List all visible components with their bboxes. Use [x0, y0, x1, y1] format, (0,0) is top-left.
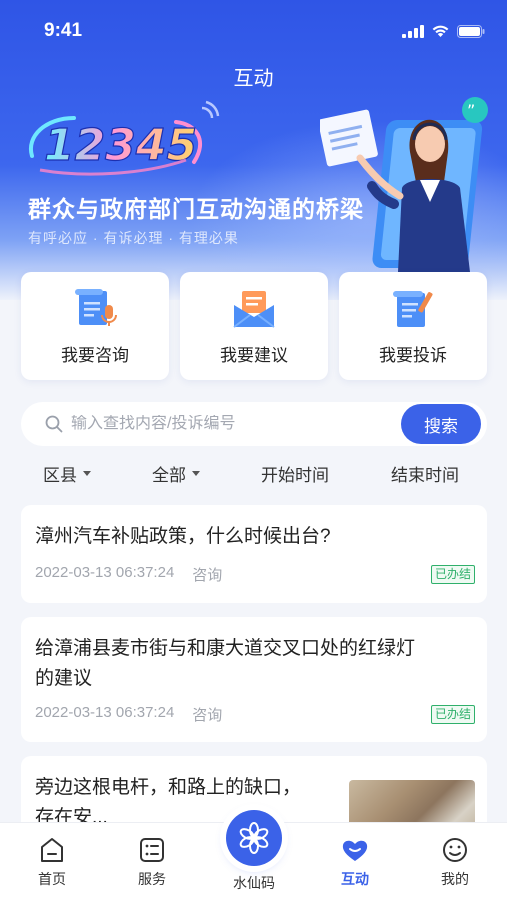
item-title-line-2: 的建议 — [35, 668, 93, 689]
filter-district[interactable]: 区县 — [43, 461, 91, 486]
suggest-card[interactable]: 我要建议 — [180, 272, 328, 380]
item-date: 2022-03-13 06:37:24 — [35, 564, 175, 581]
search-icon — [45, 415, 63, 433]
caret-down-icon — [192, 471, 200, 476]
tab-narcissus-label: 水仙码 — [233, 875, 275, 891]
filter-end-time-label: 结束时间 — [391, 466, 459, 485]
search-input[interactable] — [71, 415, 381, 433]
smiley-face-icon — [443, 838, 467, 862]
tab-interact-label: 互动 — [341, 871, 369, 887]
battery-icon — [457, 24, 485, 38]
heart-chat-icon — [342, 840, 368, 861]
banner-sub-slogan: 有呼必应 · 有诉必理 · 有理必果 — [28, 230, 239, 246]
status-badge: 已办结 — [430, 705, 475, 724]
filter-all-label: 全部 — [152, 466, 186, 485]
consult-card[interactable]: 我要咨询 — [21, 272, 169, 380]
status-badge: 已办结 — [430, 565, 475, 584]
filter-start-time-label: 开始时间 — [261, 466, 329, 485]
list-item[interactable]: 漳州汽车补贴政策，什么时候出台? 2022-03-13 06:37:24 咨询 … — [21, 505, 487, 603]
item-meta: 2022-03-13 06:37:24 咨询 — [35, 704, 222, 725]
consult-document-mic-icon — [75, 288, 117, 326]
home-icon — [41, 838, 63, 862]
item-title: 漳州汽车补贴政策，什么时候出台? — [35, 526, 331, 547]
filter-all[interactable]: 全部 — [152, 461, 200, 486]
tab-mine[interactable]: 我的 — [415, 823, 495, 900]
item-type: 咨询 — [192, 567, 223, 584]
complain-card[interactable]: 我要投诉 — [339, 272, 487, 380]
page-title: 互动 — [233, 68, 274, 90]
list-item[interactable]: 给漳浦县麦市街与和康大道交叉口处的红绿灯 的建议 2022-03-13 06:3… — [21, 617, 487, 742]
tab-interact[interactable]: 互动 — [315, 823, 395, 900]
item-meta: 2022-03-13 06:37:24 咨询 — [35, 564, 222, 585]
tab-home[interactable]: 首页 — [12, 823, 92, 900]
customer-service-illustration: ” — [320, 97, 488, 272]
search-button[interactable]: 搜索 — [401, 404, 481, 444]
tab-service-label: 服务 — [138, 871, 166, 887]
narcissus-code-button[interactable] — [226, 810, 282, 866]
cellular-signal-icon — [402, 24, 424, 38]
svg-text:”: ” — [467, 101, 475, 120]
item-title-line-1: 旁边这根电杆，和路上的缺口， — [35, 777, 302, 798]
narcissus-flower-icon — [239, 822, 269, 854]
status-time: 9:41 — [44, 20, 83, 41]
item-title: 给漳浦县麦市街与和康大道交叉口处的红绿灯 的建议 — [35, 634, 415, 694]
suggest-envelope-icon — [233, 290, 275, 328]
action-cards: 我要咨询 我要建议 我要投诉 — [21, 272, 487, 380]
tab-bar: 首页 服务 水仙码 互动 我的 — [0, 810, 507, 900]
hotline-12345-logo: 12345 — [28, 100, 220, 176]
status-icons — [402, 24, 485, 38]
filter-bar: 区县 全部 开始时间 结束时间 — [0, 461, 507, 491]
complain-scroll-pen-icon — [393, 290, 433, 327]
search-bar: 搜索 — [21, 402, 487, 446]
status-bar: 9:41 — [0, 0, 507, 60]
suggest-label: 我要建议 — [220, 345, 288, 365]
tab-service[interactable]: 服务 — [112, 823, 192, 900]
filter-start-time[interactable]: 开始时间 — [261, 461, 329, 486]
banner-slogan: 群众与政府部门互动沟通的桥梁 — [28, 196, 364, 223]
filter-end-time[interactable]: 结束时间 — [391, 461, 459, 486]
filter-district-label: 区县 — [43, 466, 77, 485]
caret-down-icon — [83, 471, 91, 476]
complain-label: 我要投诉 — [379, 345, 447, 365]
tab-home-label: 首页 — [38, 871, 66, 887]
item-date: 2022-03-13 06:37:24 — [35, 704, 175, 721]
item-title-line-1: 给漳浦县麦市街与和康大道交叉口处的红绿灯 — [35, 638, 416, 659]
service-grid-icon — [140, 838, 164, 862]
wifi-icon — [432, 25, 449, 37]
tab-mine-label: 我的 — [441, 871, 469, 887]
item-type: 咨询 — [192, 707, 223, 724]
consult-label: 我要咨询 — [61, 345, 129, 365]
